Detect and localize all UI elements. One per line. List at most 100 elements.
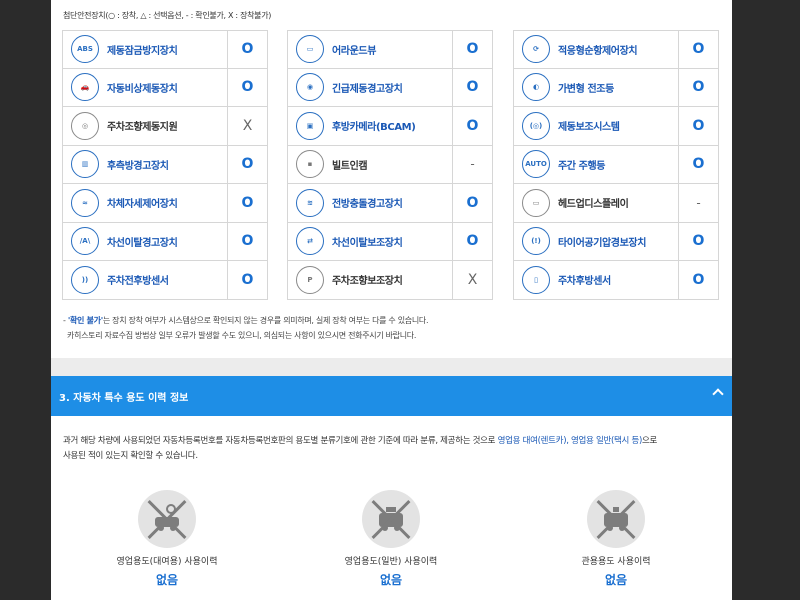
safety-item-status: X — [452, 261, 492, 299]
safety-item-name: 주차후방센서 — [558, 276, 611, 288]
rear-sensor-icon: ▯ — [522, 265, 550, 294]
safety-item-status: O — [227, 68, 267, 106]
safety-row: ≈ 차체자세제어장치 O — [62, 184, 268, 223]
safety-row: ≋ 전방충돌경고장치 O — [287, 184, 493, 223]
safety-item-name: 타이어공기압경보장치 — [558, 237, 647, 249]
section-divider — [51, 358, 732, 376]
forward-collision-icon: ≋ — [296, 188, 324, 217]
adaptive-cruise-icon: ⟳ — [522, 35, 550, 64]
safety-row: P 주차조향보조장치 X — [287, 261, 493, 300]
rental-car-icon — [138, 490, 196, 548]
safety-row: ⇄ 차선이탈보조장치 O — [287, 222, 493, 261]
safety-item-name: 전방충돌경고장치 — [332, 199, 403, 211]
safety-row: ◉ 긴급제동경고장치 O — [287, 68, 493, 107]
safety-item-status: O — [227, 184, 267, 222]
safety-column-1: ABS 제동잠금방지장치 O 🚗 자동비상제동장치 O ◎ 주차조향제동지원 X ▥ 후측방경고장치… — [62, 30, 268, 300]
safety-item-status: O — [452, 184, 492, 222]
safety-row: (!) 타이어공기압경보장치 O — [513, 222, 719, 261]
safety-row: ▭ 헤드업디스플레이 - — [513, 184, 719, 223]
rear-camera-icon: ▣ — [296, 111, 324, 140]
safety-item-status: O — [678, 261, 718, 299]
safety-item-name: 주차전후방센서 — [107, 276, 169, 288]
safety-item-status: X — [227, 107, 267, 145]
safety-item-name: 차선이탈경고장치 — [107, 237, 178, 249]
brake-assist-icon: (◎) — [522, 111, 550, 140]
safety-item-status: O — [678, 145, 718, 183]
safety-item-name: 제동잠금방지장치 — [107, 45, 178, 57]
safety-row: )) 주차전후방센서 O — [62, 261, 268, 300]
safety-item-name: 후방카메라(BCAM) — [332, 122, 416, 134]
history-taxi: 영업용도(일반) 사용이력 없음 — [321, 490, 461, 588]
history-value: 없음 — [379, 573, 403, 587]
safety-item-status: O — [452, 68, 492, 106]
safety-item-status: O — [678, 107, 718, 145]
section-title: 3. 자동차 특수 용도 이력 정보 — [59, 392, 189, 404]
safety-item-name: 긴급제동경고장치 — [332, 83, 403, 95]
safety-item-status: O — [227, 261, 267, 299]
safety-row: ABS 제동잠금방지장치 O — [62, 30, 268, 69]
safety-item-status: O — [227, 222, 267, 260]
safety-item-status: O — [452, 107, 492, 145]
special-use-description: 과거 해당 차량에 사용되었던 자동차등록번호를 자동차등록번호판의 용도별 분… — [63, 436, 658, 461]
emergency-brake-warning-icon: ◉ — [296, 73, 324, 102]
report-page: 첨단안전장치(○ : 장착, △ : 선택옵션, - : 확인불가, X : 장… — [51, 0, 732, 600]
chevron-up-icon[interactable] — [712, 388, 724, 400]
lane-departure-icon: /A\ — [71, 227, 99, 256]
safety-item-status: O — [227, 31, 267, 68]
abs-icon: ABS — [71, 35, 99, 64]
safety-item-status: O — [452, 222, 492, 260]
note-highlight: '확인 불가' — [67, 316, 103, 325]
safety-item-name: 주차조향제동지원 — [107, 122, 178, 134]
safety-row: ◎ 주차조향제동지원 X — [62, 107, 268, 146]
safety-item-name: 제동보조시스템 — [558, 122, 620, 134]
safety-row: ▥ 후측방경고장치 O — [62, 145, 268, 184]
safety-item-name: 빌트인캠 — [332, 160, 368, 172]
safety-row: ▯ 주차후방센서 O — [513, 261, 719, 300]
safety-row: 🚗 자동비상제동장치 O — [62, 68, 268, 107]
safety-item-status: O — [227, 145, 267, 183]
safety-item-name: 가변형 전조등 — [558, 83, 614, 95]
safety-item-status: O — [678, 31, 718, 68]
stability-icon: ≈ — [71, 188, 99, 217]
safety-item-status: - — [452, 145, 492, 183]
safety-column-2: ▭ 어라운드뷰 O ◉ 긴급제동경고장치 O ▣ 후방카메라(BCAM) O ▪ 빌트인캠 - ≋ 전방충… — [287, 30, 493, 300]
section-header-special-use[interactable]: 3. 자동차 특수 용도 이력 정보 — [51, 376, 732, 416]
safety-item-name: 차체자세제어장치 — [107, 199, 178, 211]
hud-icon: ▭ — [522, 188, 550, 217]
safety-item-name: 적응형순항제어장치 — [558, 45, 638, 57]
around-view-icon: ▭ — [296, 35, 324, 64]
safety-item-status: O — [678, 68, 718, 106]
history-label: 영업용도(일반) 사용이력 — [344, 557, 438, 567]
safety-row: /A\ 차선이탈경고장치 O — [62, 222, 268, 261]
safety-item-status: - — [678, 184, 718, 222]
history-label: 관용용도 사용이력 — [581, 557, 651, 567]
car-front-icon: 🚗 — [71, 73, 99, 102]
safety-row: (◎) 제동보조시스템 O — [513, 107, 719, 146]
steering-icon: ◎ — [71, 111, 99, 140]
safety-column-3: ⟳ 적응형순항제어장치 O ◐ 가변형 전조등 O (◎) 제동보조시스템 O AUTO 주간 주행… — [513, 30, 719, 300]
history-government: 관용용도 사용이력 없음 — [546, 490, 686, 588]
safety-item-name: 자동비상제동장치 — [107, 83, 178, 95]
safety-row: ▣ 후방카메라(BCAM) O — [287, 107, 493, 146]
parking-sensor-icon: )) — [71, 265, 99, 294]
history-value: 없음 — [155, 573, 179, 587]
safety-row: ▪ 빌트인캠 - — [287, 145, 493, 184]
safety-item-name: 헤드업디스플레이 — [558, 199, 629, 211]
history-rental: 영업용도(대여용) 사용이력 없음 — [97, 490, 237, 588]
safety-item-status: O — [452, 31, 492, 68]
safety-item-name: 후측방경고장치 — [107, 160, 169, 172]
safety-item-name: 차선이탈보조장치 — [332, 237, 403, 249]
note-data-collection: 카히스토리 자료수집 방법상 일부 오류가 발생할 수도 있으니, 의심되는 사… — [67, 331, 417, 340]
safety-row: ▭ 어라운드뷰 O — [287, 30, 493, 69]
daytime-light-icon: AUTO — [522, 150, 550, 179]
history-label: 영업용도(대여용) 사용이력 — [116, 557, 218, 567]
lane-keep-icon: ⇄ — [296, 227, 324, 256]
parking-assist-icon: P — [296, 265, 324, 294]
history-value: 없음 — [604, 573, 628, 587]
safety-item-name: 주차조향보조장치 — [332, 276, 403, 288]
safety-legend: 첨단안전장치(○ : 장착, △ : 선택옵션, - : 확인불가, X : 장… — [63, 11, 272, 20]
adaptive-headlamp-icon: ◐ — [522, 73, 550, 102]
safety-item-name: 주간 주행등 — [558, 160, 606, 172]
safety-row: ◐ 가변형 전조등 O — [513, 68, 719, 107]
taxi-icon — [362, 490, 420, 548]
